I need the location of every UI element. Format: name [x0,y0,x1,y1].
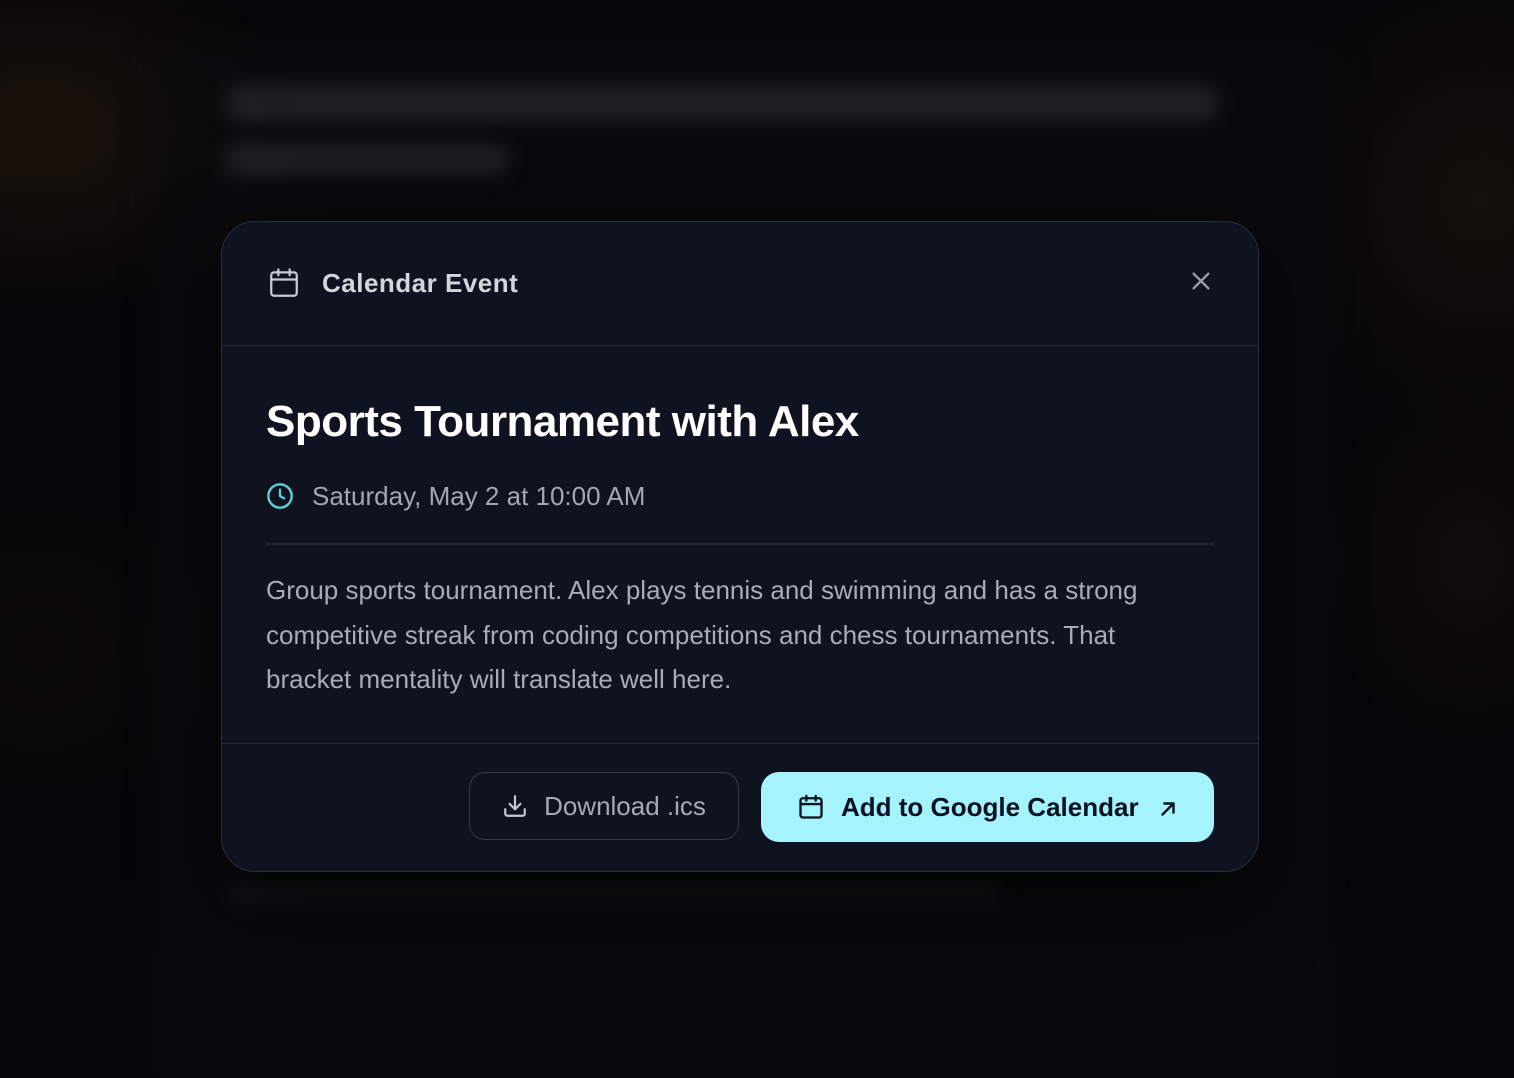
google-calendar-label: Add to Google Calendar [841,791,1139,822]
event-time-row: Saturday, May 2 at 10:00 AM [266,476,645,516]
download-ics-button[interactable]: Download .ics [469,772,739,840]
arrow-up-right-icon [1157,796,1179,818]
blurred-text-line [225,880,1005,906]
modal-body: Sports Tournament with Alex Saturday, Ma… [222,346,1258,744]
calendar-icon [267,266,301,300]
download-label: Download .ics [544,790,706,821]
calendar-event-modal: Calendar Event Sports Tournament with Al… [221,221,1259,872]
blurred-text-line [225,145,510,175]
event-time: Saturday, May 2 at 10:00 AM [312,480,646,511]
download-icon [502,793,528,819]
modal-title: Calendar Event [322,268,519,298]
divider [266,543,1214,545]
close-button[interactable] [1186,268,1216,298]
modal-header: Calendar Event [222,222,1258,346]
event-title: Sports Tournament with Alex [266,397,859,446]
blurred-text-line [225,85,1220,121]
modal-footer: Download .ics Add to Google Calendar [222,744,1258,871]
clock-icon [266,482,294,510]
close-icon [1190,270,1212,297]
calendar-icon [797,793,825,821]
event-description: Group sports tournament. Alex plays tenn… [266,575,1138,694]
add-to-google-calendar-button[interactable]: Add to Google Calendar [761,772,1214,842]
